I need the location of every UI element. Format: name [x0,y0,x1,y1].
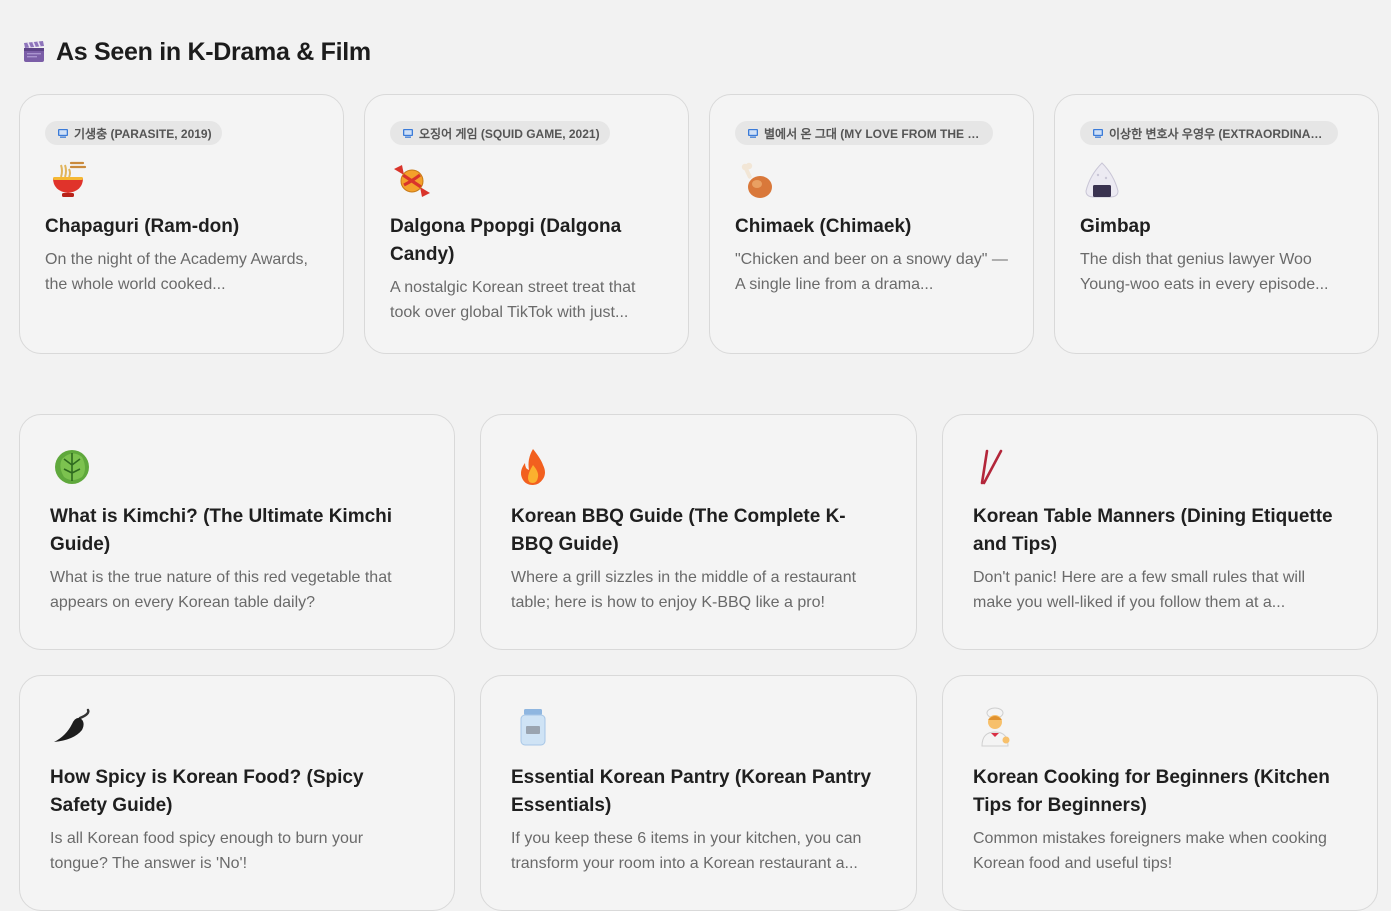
card-title: Korean BBQ Guide (The Complete K-BBQ Gui… [511,506,846,555]
card-title: Korean Cooking for Beginners (Kitchen Ti… [973,767,1330,816]
candy-icon [390,159,434,203]
drama-tag-label: 기생충 (PARASITE, 2019) [74,126,212,141]
card-title: Chapaguri (Ram-don) [45,216,240,237]
card-description: What is the true nature of this red vege… [50,569,392,611]
cook-icon [973,706,1017,750]
chicken-leg-icon [735,159,779,203]
guide-card[interactable]: Korean BBQ Guide (The Complete K-BBQ Gui… [480,414,917,650]
card-title: Korean Table Manners (Dining Etiquette a… [973,506,1333,555]
clapperboard-icon [22,40,46,64]
drama-card[interactable]: 별에서 온 그대 (MY LOVE FROM THE S... Chimaek … [709,94,1034,354]
card-title: What is Kimchi? (The Ultimate Kimchi Gui… [50,506,393,555]
card-description: Don't panic! Here are a few small rules … [973,569,1306,611]
tv-icon [402,127,414,139]
guide-card-grid: What is Kimchi? (The Ultimate Kimchi Gui… [19,414,1379,911]
card-title: Dalgona Ppopgi (Dalgona Candy) [390,216,622,265]
guide-card[interactable]: Korean Cooking for Beginners (Kitchen Ti… [942,675,1378,911]
drama-tag-label: 이상한 변호사 우영우 (EXTRAORDINAR... [1109,126,1328,141]
drama-card-grid: 기생충 (PARASITE, 2019) Chapaguri (Ram-don)… [19,94,1379,354]
drama-tag: 이상한 변호사 우영우 (EXTRAORDINAR... [1080,121,1338,145]
drama-tag: 기생충 (PARASITE, 2019) [45,121,222,145]
drama-tag: 별에서 온 그대 (MY LOVE FROM THE S... [735,121,993,145]
guide-card[interactable]: Essential Korean Pantry (Korean Pantry E… [480,675,917,911]
card-title: Gimbap [1080,216,1151,237]
card-description: Common mistakes foreigners make when coo… [973,830,1327,872]
card-title: How Spicy is Korean Food? (Spicy Safety … [50,767,364,816]
drama-card[interactable]: 이상한 변호사 우영우 (EXTRAORDINAR... Gimbap The … [1054,94,1379,354]
card-description: Is all Korean food spicy enough to burn … [50,830,364,872]
section-title: As Seen in K-Drama & Film [56,37,371,66]
tv-icon [57,127,69,139]
hot-pepper-icon [50,706,94,750]
tv-icon [1092,127,1104,139]
jar-icon [511,706,555,750]
drama-tag: 오징어 게임 (SQUID GAME, 2021) [390,121,610,145]
rice-ball-icon [1080,159,1124,203]
drama-tag-label: 별에서 온 그대 (MY LOVE FROM THE S... [764,126,983,141]
card-title: Essential Korean Pantry (Korean Pantry E… [511,767,872,816]
tv-icon [747,127,759,139]
card-description: The dish that genius lawyer Woo Young-wo… [1080,251,1329,293]
section-heading: As Seen in K-Drama & Film [22,34,371,70]
card-description: A nostalgic Korean street treat that too… [390,279,636,321]
fire-icon [511,445,555,489]
guide-card[interactable]: Korean Table Manners (Dining Etiquette a… [942,414,1378,650]
cabbage-icon [50,445,94,489]
guide-card[interactable]: What is Kimchi? (The Ultimate Kimchi Gui… [19,414,455,650]
chopsticks-icon [973,445,1017,489]
card-description: If you keep these 6 items in your kitche… [511,830,862,872]
drama-card[interactable]: 기생충 (PARASITE, 2019) Chapaguri (Ram-don)… [19,94,344,354]
guide-card[interactable]: How Spicy is Korean Food? (Spicy Safety … [19,675,455,911]
card-description: "Chicken and beer on a snowy day" — A si… [735,251,1008,293]
card-description: On the night of the Academy Awards, the … [45,251,308,293]
drama-card[interactable]: 오징어 게임 (SQUID GAME, 2021) Dalgona Ppopgi… [364,94,689,354]
card-title: Chimaek (Chimaek) [735,216,912,237]
drama-tag-label: 오징어 게임 (SQUID GAME, 2021) [419,126,600,141]
card-description: Where a grill sizzles in the middle of a… [511,569,857,611]
ramen-bowl-icon [45,159,89,203]
